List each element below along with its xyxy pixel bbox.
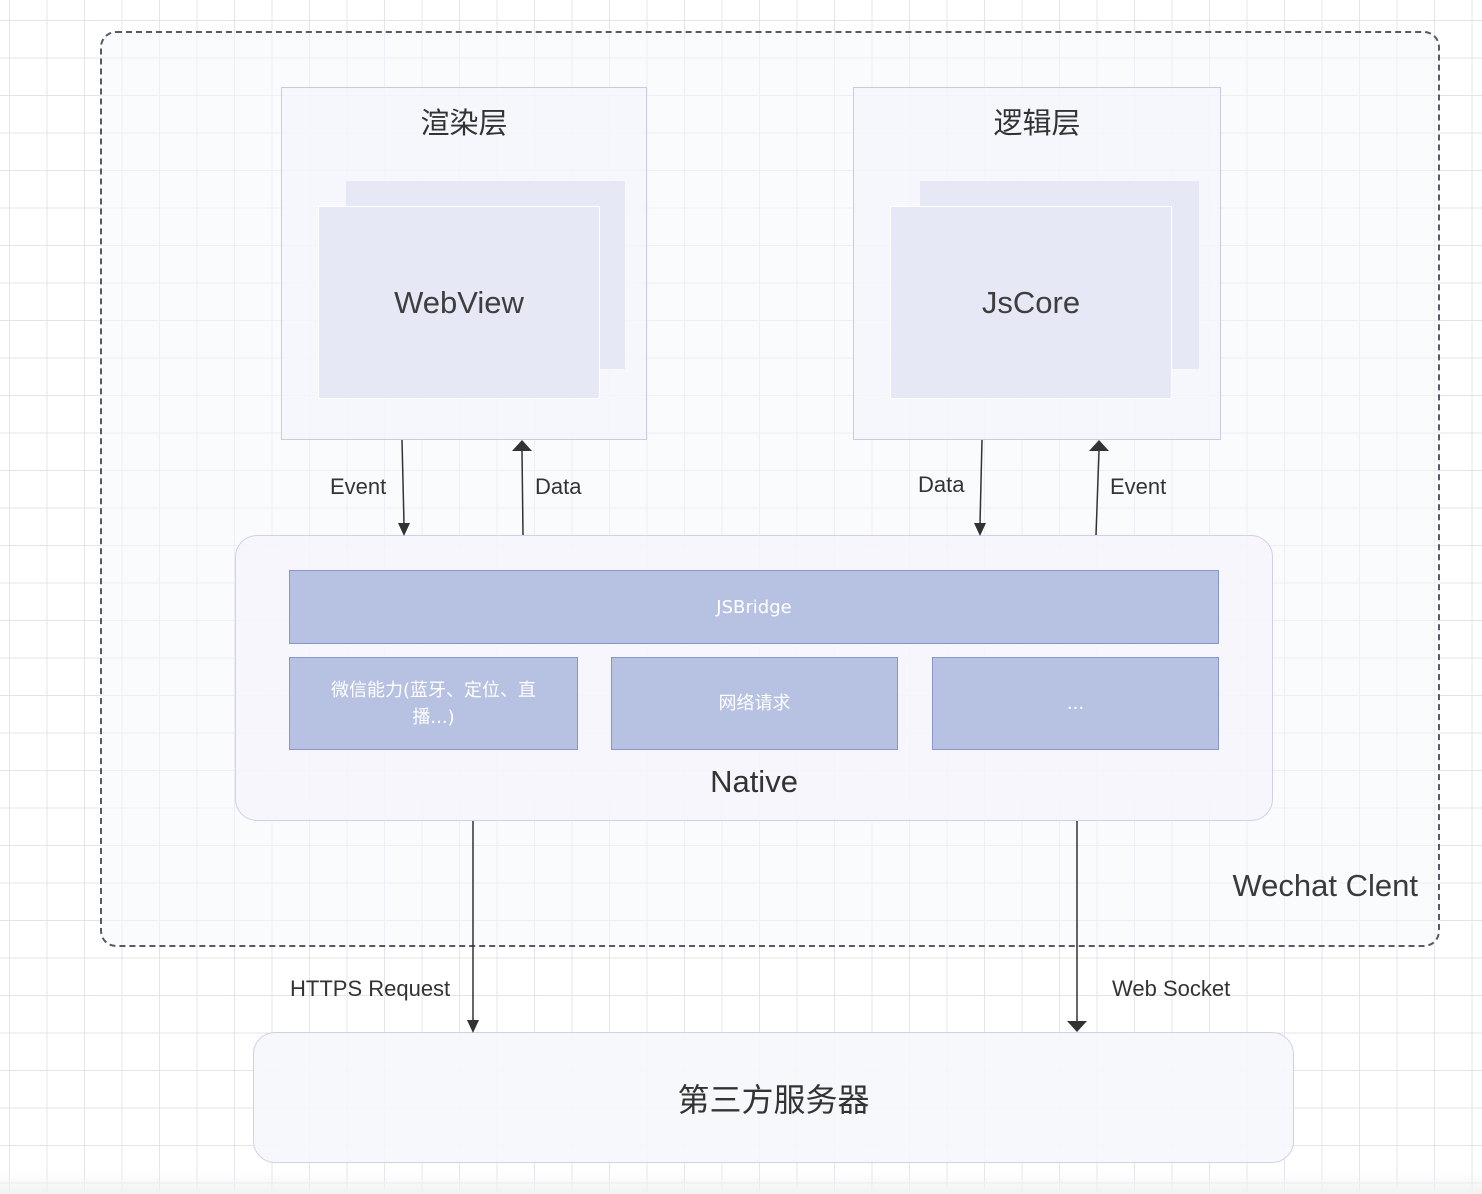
connector-arrows [398,439,1109,1033]
logic-data-label: Data [918,472,965,497]
render-event-arrowhead [398,523,410,536]
web-socket-label: Web Socket [1112,976,1231,1001]
https-request-label: HTTPS Request [290,976,451,1001]
logic-data-arrowhead [974,523,986,536]
logic-event-label: Event [1110,474,1167,499]
render-event-label: Event [330,474,387,499]
logic-data-arrow-line [979,439,983,525]
render-data-arrowhead [512,440,532,451]
logic-event-arrow-line [1095,450,1100,536]
logic-event-arrowhead [1089,440,1109,451]
https-arrowhead [467,1020,479,1033]
render-event-arrow-line [401,439,405,525]
render-data-label: Data [535,474,582,499]
socket-arrowhead [1067,1021,1087,1032]
bottom-fade [0,1172,1482,1194]
render-data-arrow-line [521,450,524,536]
